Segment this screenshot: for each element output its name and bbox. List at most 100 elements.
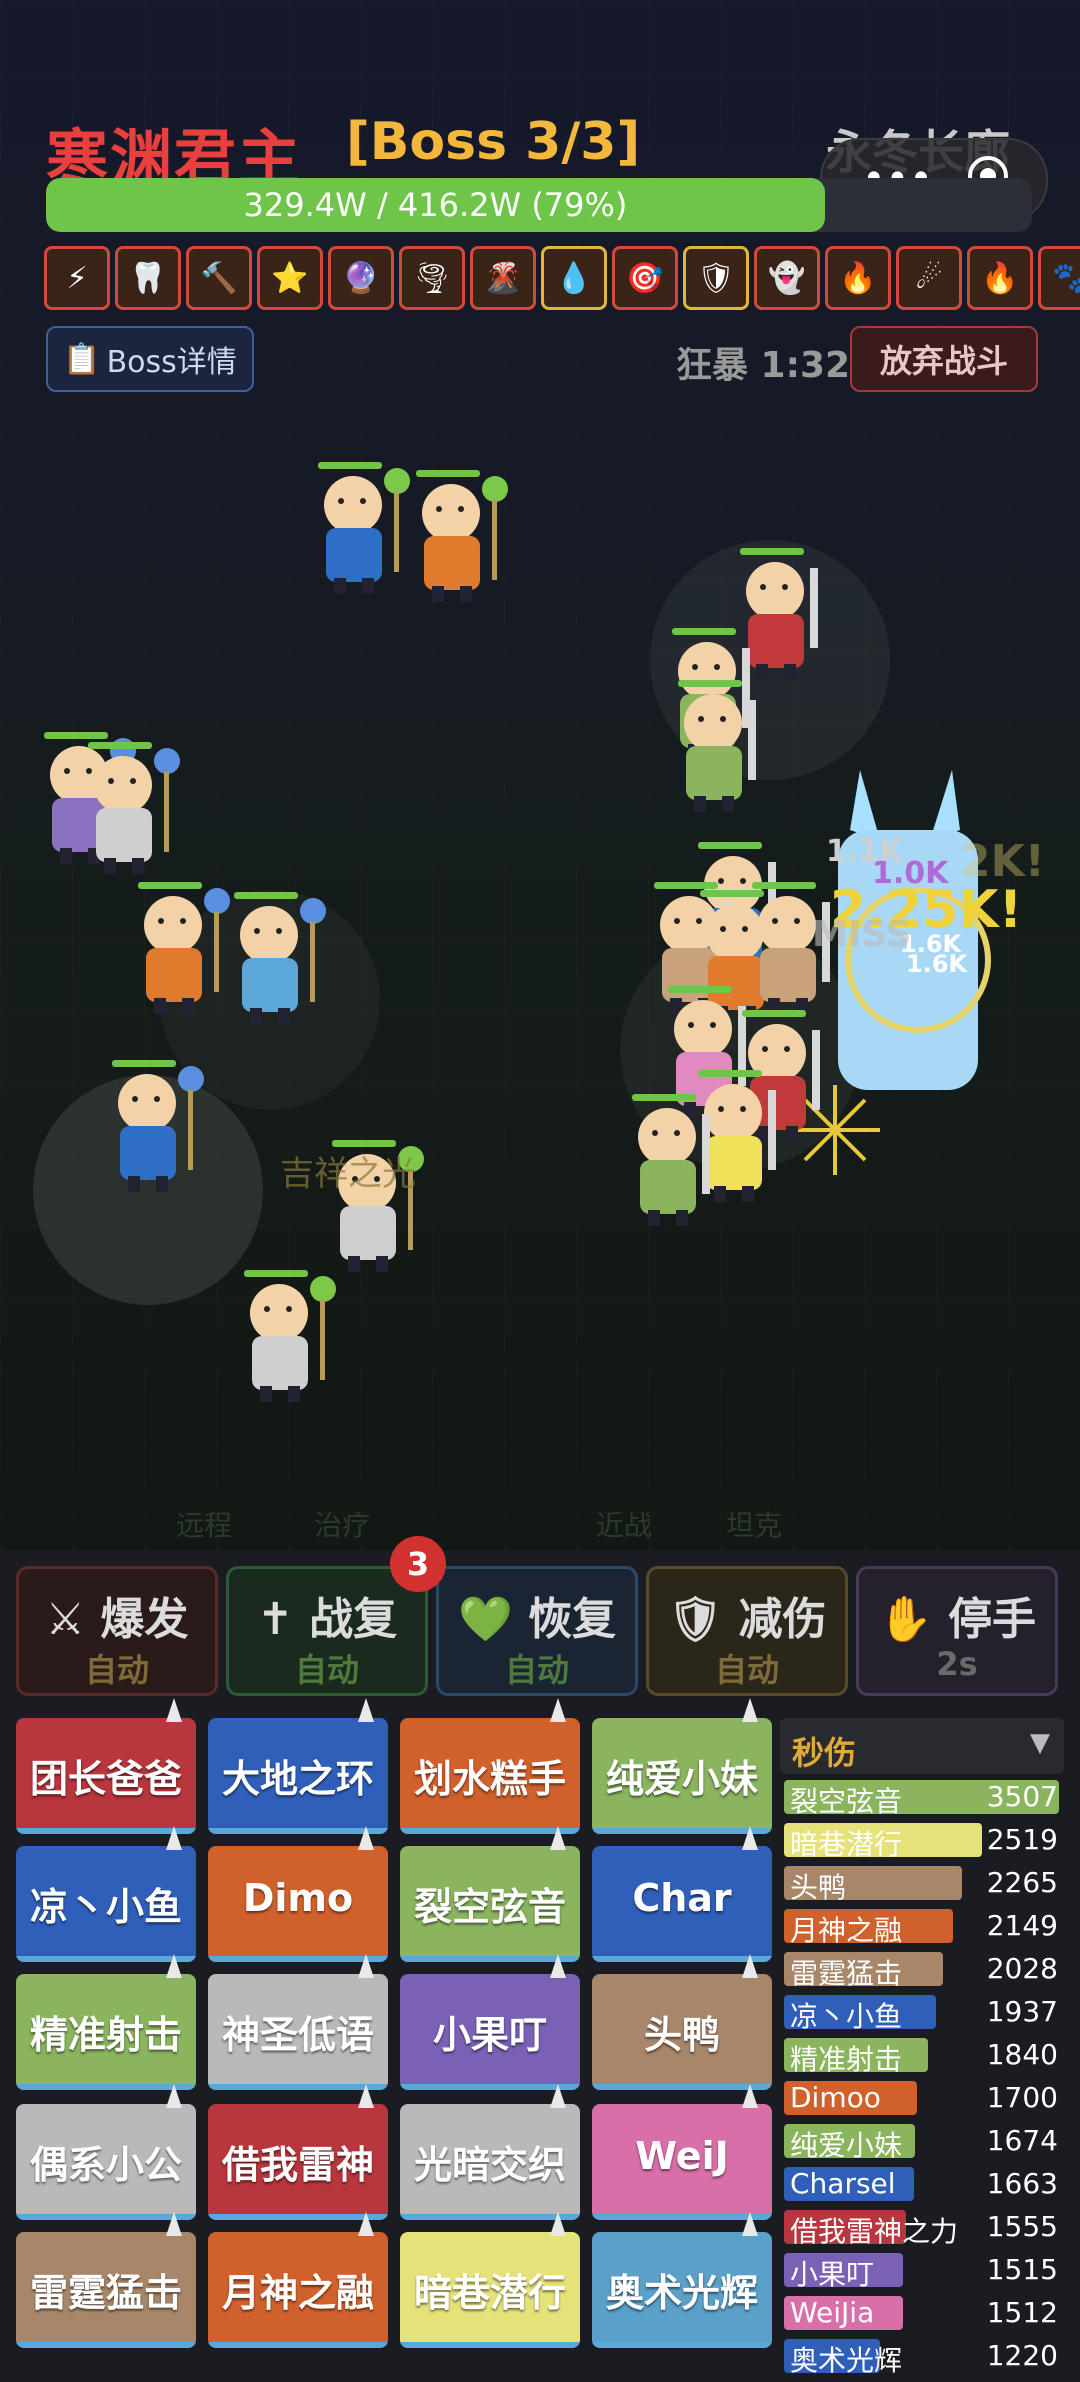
dps-row: 月神之融 2149 <box>784 1907 1064 1947</box>
sword-icon <box>742 1954 758 1978</box>
party-member-card[interactable]: 划水糕手 <box>400 1718 580 1834</box>
party-member-name: 划水糕手 <box>413 1757 566 1801</box>
hero-sprite <box>416 470 508 610</box>
party-member-card[interactable]: 偶系小公 <box>16 2104 196 2220</box>
dps-value: 1674 <box>986 2124 1058 2157</box>
party-member-name: Char <box>632 1876 732 1920</box>
party-member-card[interactable]: 神圣低语 <box>208 1974 388 2090</box>
dps-row: 奥术光辉 1220 <box>784 2337 1064 2377</box>
party-member-name: 大地之环 <box>221 1757 374 1801</box>
dps-name: 小果叮 <box>790 2258 875 2291</box>
skill-button-1[interactable]: ✝ 战复 自动 <box>226 1566 428 1696</box>
sword-icon <box>166 2084 182 2108</box>
dps-name: 头鸭 <box>790 1871 847 1904</box>
dps-name: 奥术光辉 <box>790 2344 903 2377</box>
dps-name: 暗巷潜行 <box>790 1828 903 1861</box>
dps-value: 1512 <box>986 2296 1058 2329</box>
buff-icon[interactable]: 🔥 <box>967 246 1033 310</box>
dps-name: 裂空弦音 <box>790 1785 903 1818</box>
boss-detail-button[interactable]: 📋 Boss详情 <box>46 326 254 392</box>
boss-detail-label: Boss详情 <box>106 345 237 380</box>
dps-row: 凉丶小鱼 1937 <box>784 1993 1064 2033</box>
party-member-name: 月神之融 <box>221 2271 374 2315</box>
sword-icon <box>550 1698 566 1722</box>
buff-icon[interactable]: 🌋 <box>470 246 536 310</box>
dps-row: WeiJia 1512 <box>784 2294 1064 2332</box>
party-member-card[interactable]: Dimo <box>208 1846 388 1962</box>
skill-button-0[interactable]: ⚔ 爆发 自动 <box>16 1566 218 1696</box>
party-member-card[interactable]: 暗巷潜行 <box>400 2232 580 2348</box>
skill-name: 恢复 <box>528 1594 617 1645</box>
sword-icon <box>550 1954 566 1978</box>
buff-icon[interactable]: 🐾 <box>1038 246 1080 310</box>
member-hp-bar <box>208 2342 388 2348</box>
party-member-card[interactable]: WeiJ <box>592 2104 772 2220</box>
buff-icon[interactable]: 👻 <box>754 246 820 310</box>
sword-icon <box>166 2212 182 2236</box>
party-member-card[interactable]: 凉丶小鱼 <box>16 1846 196 1962</box>
hero-sprite <box>88 742 180 882</box>
dps-name: WeiJia <box>790 2296 875 2329</box>
quit-battle-button[interactable]: 放弃战斗 <box>850 326 1038 392</box>
buff-icon[interactable]: 🔥 <box>825 246 891 310</box>
buff-icon[interactable]: ⚡ <box>44 246 110 310</box>
dps-name: 凉丶小鱼 <box>790 2000 903 2033</box>
party-member-name: 暗巷潜行 <box>413 2271 566 2315</box>
boss-hp-text: 329.4W / 416.2W (79%) <box>243 186 628 224</box>
dps-row: 借我雷神之力 1555 <box>784 2208 1064 2248</box>
buff-icon[interactable]: 🎯 <box>612 246 678 310</box>
skill-button-2[interactable]: 💚 恢复 自动 <box>436 1566 638 1696</box>
party-member-card[interactable]: 光暗交织 <box>400 2104 580 2220</box>
dps-value: 2519 <box>986 1823 1058 1856</box>
sword-icon <box>358 1698 374 1722</box>
sword-icon <box>166 1954 182 1978</box>
party-member-card[interactable]: 团长爸爸 <box>16 1718 196 1834</box>
buff-icon[interactable]: 🔨 <box>186 246 252 310</box>
dps-value: 1937 <box>986 1995 1058 2028</box>
party-member-card[interactable]: 裂空弦音 <box>400 1846 580 1962</box>
party-member-card[interactable]: 小果叮 <box>400 1974 580 2090</box>
buff-icon[interactable]: 🌪 <box>399 246 465 310</box>
dps-value: 1555 <box>986 2210 1058 2243</box>
buff-icon[interactable]: 💧 <box>541 246 607 310</box>
party-member-card[interactable]: 精准射击 <box>16 1974 196 2090</box>
dps-header[interactable]: 秒伤 ▼ <box>780 1718 1064 1774</box>
hero-sprite <box>318 462 410 602</box>
sword-icon <box>358 1954 374 1978</box>
dps-value: 2028 <box>986 1952 1058 1985</box>
hero-sprite <box>632 1094 710 1234</box>
party-member-name: 头鸭 <box>643 2013 720 2057</box>
party-member-card[interactable]: 大地之环 <box>208 1718 388 1834</box>
member-hp-bar <box>400 2342 580 2348</box>
skill-button-3[interactable]: 🛡 减伤 自动 <box>646 1566 848 1696</box>
clipboard-icon: 📋 <box>63 341 101 377</box>
party-member-name: 精准射击 <box>29 2013 182 2057</box>
hero-sprite <box>234 892 326 1032</box>
party-member-card[interactable]: 雷霆猛击 <box>16 2232 196 2348</box>
party-member-card[interactable]: 头鸭 <box>592 1974 772 2090</box>
boss-hp-bar: 329.4W / 416.2W (79%) <box>46 178 1032 232</box>
dps-value: 1515 <box>986 2253 1058 2286</box>
member-hp-bar <box>592 2342 772 2348</box>
party-member-card[interactable]: Char <box>592 1846 772 1962</box>
chevron-down-icon[interactable]: ▼ <box>1030 1728 1050 1758</box>
boss-buff-list: ⚡ 🦷 🔨 ⭐ 🔮 🌪 🌋 💧 🎯 🛡 👻 🔥 ☄ 🔥 🐾 <box>44 246 1080 310</box>
party-member-card[interactable]: 借我雷神 <box>208 2104 388 2220</box>
party-member-name: 团长爸爸 <box>29 1757 182 1801</box>
party-member-card[interactable]: 月神之融 <box>208 2232 388 2348</box>
skill-button-4[interactable]: ✋ 停手 2s <box>856 1566 1058 1696</box>
dps-row: 裂空弦音 3507 <box>784 1778 1064 1818</box>
skill-name: 爆发 <box>100 1594 189 1645</box>
buff-icon[interactable]: ⭐ <box>257 246 323 310</box>
sword-icon <box>550 2084 566 2108</box>
hero-sprite <box>244 1270 336 1410</box>
buff-icon[interactable]: ☄ <box>896 246 962 310</box>
buff-icon[interactable]: 🦷 <box>115 246 181 310</box>
buff-icon[interactable]: 🔮 <box>328 246 394 310</box>
buff-icon[interactable]: 🛡 <box>683 246 749 310</box>
hero-sprite <box>138 882 230 1022</box>
party-member-name: 纯爱小妹 <box>605 1757 758 1801</box>
party-member-card[interactable]: 纯爱小妹 <box>592 1718 772 1834</box>
party-member-card[interactable]: 奥术光辉 <box>592 2232 772 2348</box>
dps-value: 2149 <box>986 1909 1058 1942</box>
